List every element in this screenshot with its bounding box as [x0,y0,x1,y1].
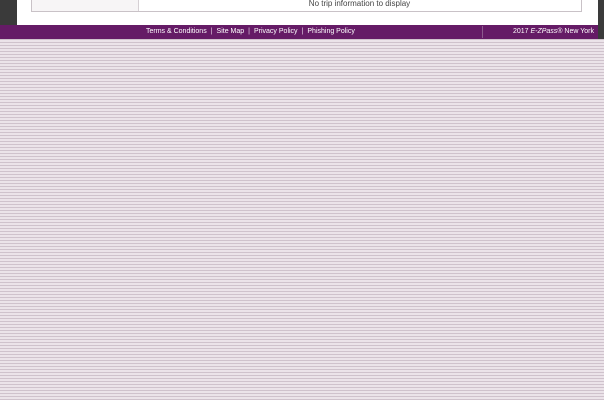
copyright-region: New York [564,28,594,35]
privacy-policy-link[interactable]: Privacy Policy [254,28,298,35]
main-content-panel: No trip information to display [17,0,598,25]
table-label-cell [32,0,139,11]
trip-history-table: No trip information to display [31,0,582,12]
window-frame-right [598,0,604,25]
window-frame-left [0,0,17,25]
footer-copyright: 2017 E-ZPass® New York [513,25,594,39]
footer-links: Terms & Conditions | Site Map | Privacy Poli… [146,25,355,39]
site-map-link[interactable]: Site Map [217,28,245,35]
footer-separator: | [248,28,250,35]
site-footer: Terms & Conditions | Site Map | Privacy Poli… [0,25,598,39]
empty-table-message: No trip information to display [308,0,411,8]
window-frame-right-footer [598,25,604,39]
footer-divider [482,26,483,38]
terms-conditions-link[interactable]: Terms & Conditions [146,28,207,35]
copyright-brand: E-ZPass® [530,28,563,35]
phishing-policy-link[interactable]: Phishing Policy [307,28,354,35]
copyright-year: 2017 [512,28,529,35]
footer-separator: | [301,28,304,35]
footer-separator: | [210,28,213,35]
